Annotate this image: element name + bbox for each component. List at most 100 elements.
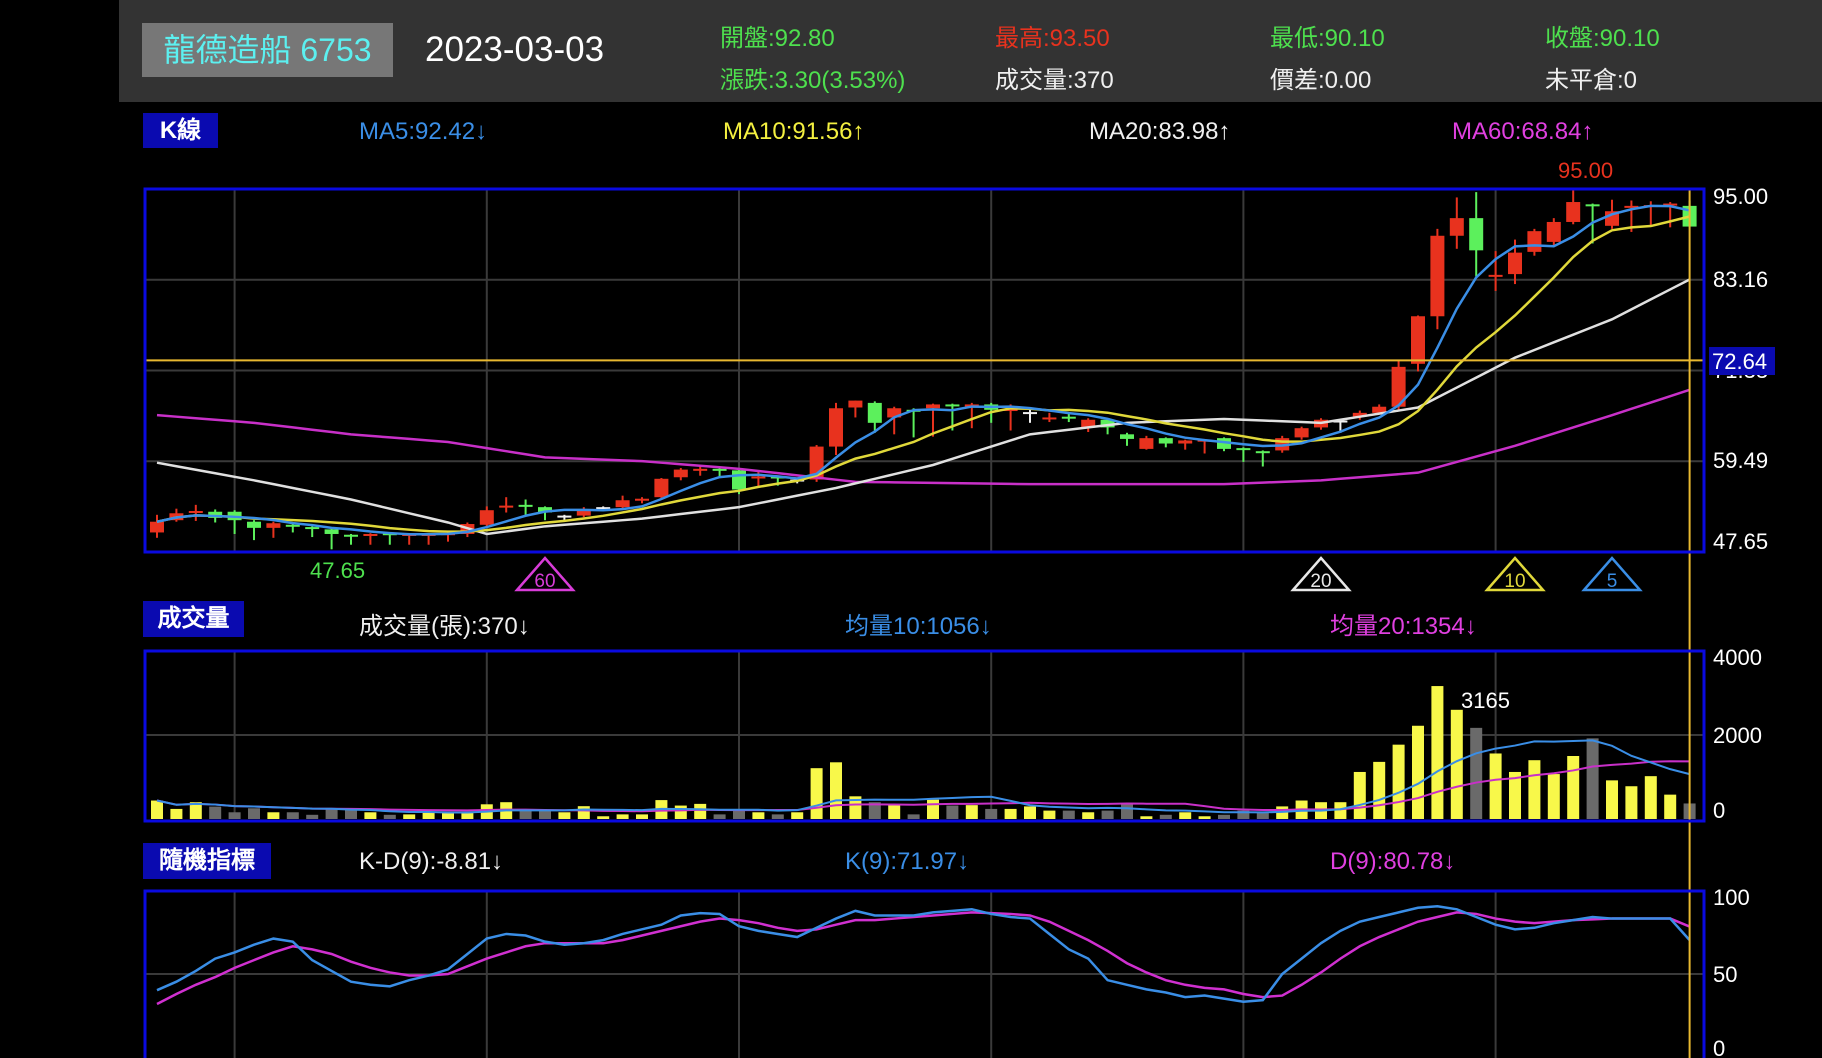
candle — [324, 528, 339, 550]
volume-bar — [597, 816, 610, 819]
volume-bar — [286, 812, 299, 819]
ma-period-marker-label: 60 — [534, 571, 555, 592]
candle — [499, 497, 514, 513]
candle — [1217, 437, 1231, 452]
volume-peak-label: 3165 — [1461, 688, 1510, 713]
volume-bar — [1644, 776, 1657, 819]
volume-tick: 2000 — [1713, 723, 1762, 748]
volume-bar — [636, 814, 648, 819]
candle-body — [324, 529, 339, 534]
volume-bar — [558, 812, 571, 819]
candle — [1139, 435, 1154, 450]
d-line — [156, 911, 1691, 1006]
volume-bar — [248, 808, 260, 819]
volume-bar — [1567, 756, 1580, 819]
volume-bar — [1218, 814, 1230, 819]
candle — [518, 499, 533, 515]
candle — [1411, 315, 1425, 372]
candle-body — [266, 523, 281, 528]
candle-body — [673, 469, 688, 478]
volume-bar — [1082, 812, 1095, 819]
candle-body — [1546, 221, 1561, 242]
candle — [1430, 228, 1445, 330]
volume-bar — [1489, 753, 1502, 819]
candle-body — [693, 468, 708, 471]
volume-bar — [345, 809, 357, 819]
volume-bar — [1179, 812, 1192, 819]
candle — [1546, 218, 1561, 246]
candle-body — [499, 505, 514, 508]
candle-body — [518, 504, 533, 507]
candle — [150, 514, 164, 538]
candle-body — [557, 515, 572, 518]
candle — [1120, 432, 1134, 446]
candle — [1294, 426, 1309, 440]
price-tick: 47.65 — [1713, 529, 1768, 554]
volume-bar — [810, 768, 823, 819]
candle — [1178, 439, 1193, 450]
volume-bar — [1159, 814, 1172, 819]
volume-bar — [946, 805, 959, 819]
price-tick: 95.00 — [1713, 184, 1768, 209]
volume-bar — [1062, 810, 1075, 819]
volume-bar — [1334, 802, 1347, 819]
volume-bar — [616, 814, 629, 819]
volume-bar — [694, 803, 707, 819]
volume-bar — [383, 814, 396, 819]
candle — [1449, 197, 1464, 249]
candle — [344, 533, 358, 545]
candle-body — [848, 400, 863, 408]
candle — [615, 495, 630, 509]
ma-period-marker: 5 — [1581, 556, 1643, 592]
volume-bar — [888, 805, 901, 819]
price-tick: 83.16 — [1713, 267, 1768, 292]
max-price-label: 95.00 — [1558, 158, 1613, 183]
stock-charts[interactable]: 95.00 83.16 71.33 59.49 47.65 72.64 95.0… — [0, 0, 1822, 1058]
ma20-line — [156, 278, 1691, 536]
k-line — [156, 904, 1691, 1003]
candle — [227, 510, 242, 534]
volume-bar — [927, 799, 939, 819]
ma-period-marker-label: 20 — [1310, 571, 1331, 592]
volume-bar — [1101, 810, 1114, 819]
volume-bar — [1625, 786, 1638, 819]
candle-body — [1566, 202, 1581, 222]
candle — [305, 526, 320, 538]
candle-body — [1585, 204, 1600, 207]
candle-body — [150, 521, 164, 533]
kd-tick: 50 — [1713, 962, 1737, 987]
volume-bar — [907, 814, 920, 819]
candle — [1469, 192, 1484, 277]
volume-bar — [1024, 806, 1036, 819]
volume-bar — [1431, 686, 1444, 819]
volume-bar — [1140, 816, 1153, 819]
volume-bar — [577, 806, 590, 819]
candle-body — [654, 478, 669, 498]
volume-bar — [267, 812, 280, 819]
candle — [1081, 418, 1096, 433]
candle-body — [1178, 440, 1193, 444]
volume-bar — [1412, 725, 1424, 819]
candle-body — [732, 470, 746, 490]
candle-body — [188, 510, 203, 513]
candle-body — [926, 404, 940, 409]
volume-tick: 4000 — [1713, 645, 1762, 670]
price-tick: 59.49 — [1713, 448, 1768, 473]
candle — [479, 506, 494, 527]
min-price-label: 47.65 — [310, 558, 365, 583]
volume-bar — [1373, 761, 1386, 819]
volume-bar — [1664, 794, 1677, 819]
candle-body — [1488, 274, 1503, 277]
candle — [1527, 228, 1542, 256]
candle — [1023, 409, 1037, 423]
volume-bar — [151, 800, 163, 819]
volume-bar — [674, 805, 687, 819]
crosshair-price: 72.64 — [1712, 349, 1767, 374]
volume-bar — [1528, 760, 1541, 819]
candle — [1158, 437, 1173, 448]
candle-body — [615, 500, 630, 508]
kd-tick: 0 — [1713, 1036, 1725, 1058]
candle-body — [285, 524, 300, 527]
volume-bar — [752, 812, 765, 819]
volume-bar — [1586, 738, 1599, 819]
